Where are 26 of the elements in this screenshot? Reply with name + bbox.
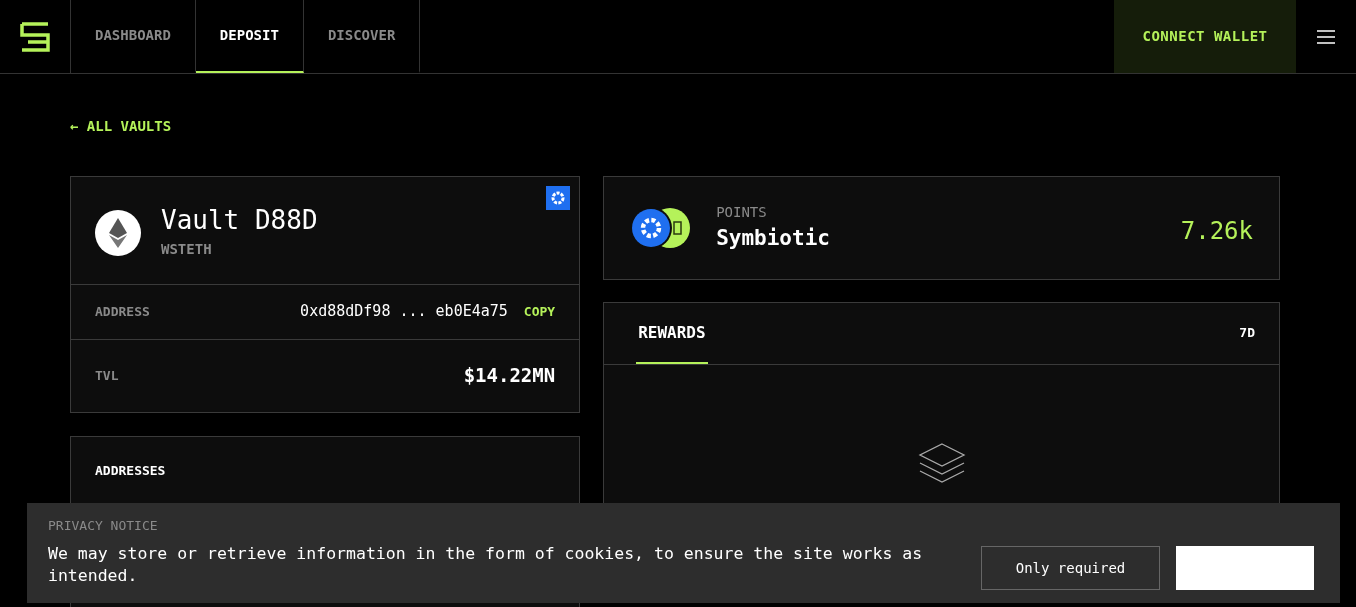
ethereum-icon: [95, 209, 141, 256]
nav-tab[interactable]: DEPOSIT: [195, 0, 304, 73]
points-label: POINTS: [716, 202, 768, 222]
all-vaults-link[interactable]: ← ALL VAULTS: [70, 118, 172, 134]
token-label: WSTETH: [161, 239, 213, 259]
rewards-tab[interactable]: REWARDS: [636, 303, 708, 364]
notice-text: We may store or retrieve information in the form of cookies, to ensure the site works as intended.: [48, 543, 924, 587]
address-value: 0xd88dDf98 ... eb0E4a75: [300, 301, 508, 323]
symbiotic-badge-icon: [546, 185, 571, 210]
copy-button[interactable]: COPY: [523, 301, 556, 322]
row-label: ADDRESS: [95, 302, 150, 321]
connect-wallet-button[interactable]: CONNECT WALLET: [1114, 0, 1296, 73]
only-required-button[interactable]: Only required: [981, 546, 1160, 590]
nav-tab[interactable]: DISCOVER: [303, 0, 421, 73]
points-value: 7.26k: [1180, 216, 1253, 247]
notice-title: PRIVACY NOTICE: [48, 516, 159, 535]
vault-title: Vault D88D: [161, 206, 318, 235]
tvl-value: $14.22MN: [463, 363, 556, 389]
nav-tab[interactable]: DASHBOARD: [71, 0, 196, 73]
points-tokens-icon: [630, 206, 693, 250]
logo-icon[interactable]: [19, 20, 51, 53]
points-name: Symbiotic: [716, 224, 831, 252]
menu-icon[interactable]: [1317, 29, 1335, 44]
row-label: TVL: [95, 366, 119, 385]
card-title: ADDRESSES: [95, 461, 167, 480]
period-button[interactable]: 7D: [1239, 323, 1255, 343]
